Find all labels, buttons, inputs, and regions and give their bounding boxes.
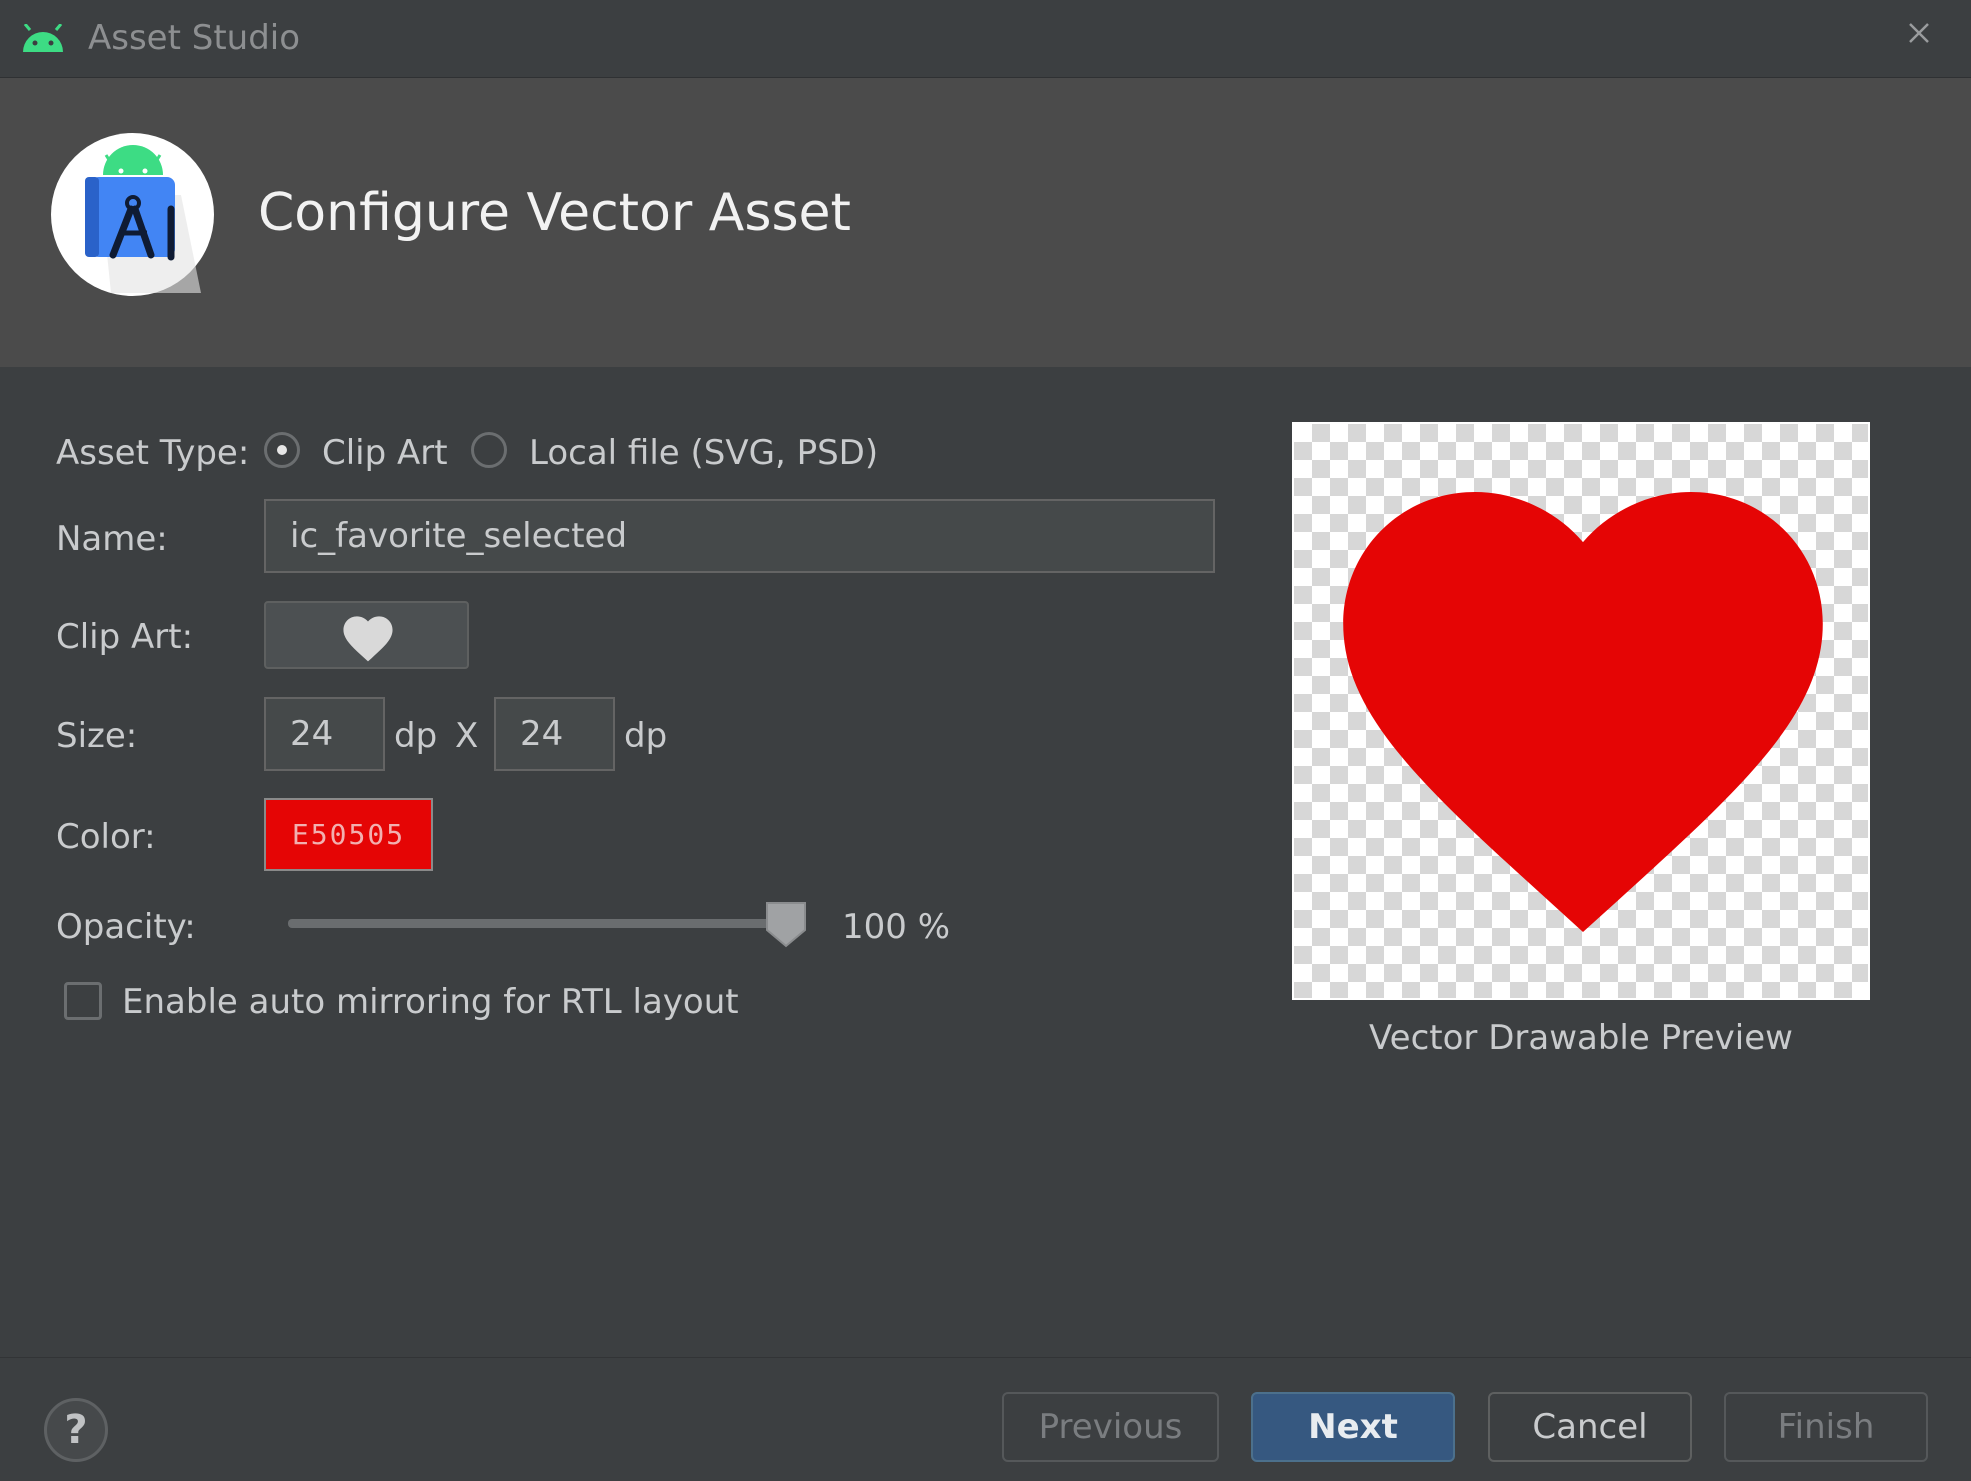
height-unit: dp — [624, 716, 668, 756]
cancel-button[interactable]: Cancel — [1488, 1392, 1692, 1462]
finish-button[interactable]: Finish — [1724, 1392, 1928, 1462]
dialog-footer: ? Previous Next Cancel Finish — [0, 1357, 1971, 1481]
title-bar: Asset Studio — [0, 0, 1971, 78]
asset-type-label: Asset Type: — [56, 433, 250, 473]
asset-studio-dialog: Asset Studio Configure Vector Asset Asse… — [0, 0, 1971, 1480]
local-file-radio[interactable] — [471, 432, 507, 468]
local-file-radio-label[interactable]: Local file (SVG, PSD) — [529, 433, 878, 473]
auto-mirroring-label[interactable]: Enable auto mirroring for RTL layout — [122, 982, 739, 1022]
width-unit: dp — [394, 716, 438, 756]
height-input[interactable]: 24 — [494, 697, 615, 771]
name-label: Name: — [56, 519, 168, 559]
vector-drawable-preview — [1292, 422, 1870, 1000]
android-icon — [20, 23, 66, 58]
clip-art-radio[interactable] — [264, 432, 300, 468]
page-title: Configure Vector Asset — [258, 183, 851, 243]
heart-icon — [1343, 492, 1823, 932]
auto-mirroring-checkbox[interactable] — [64, 982, 102, 1020]
android-studio-logo-icon — [51, 133, 214, 296]
clip-art-button[interactable] — [264, 601, 469, 669]
size-label: Size: — [56, 716, 138, 756]
opacity-value: 100 % — [842, 907, 951, 947]
radio-selected-dot — [277, 445, 287, 455]
help-button[interactable]: ? — [44, 1398, 108, 1462]
close-icon[interactable] — [1902, 16, 1936, 50]
opacity-label: Opacity: — [56, 907, 196, 947]
size-separator: X — [455, 716, 479, 756]
clip-art-label: Clip Art: — [56, 617, 194, 657]
opacity-slider-thumb[interactable] — [764, 900, 808, 952]
window-title: Asset Studio — [88, 18, 301, 58]
previous-button[interactable]: Previous — [1002, 1392, 1219, 1462]
next-button[interactable]: Next — [1251, 1392, 1455, 1462]
color-picker-swatch[interactable]: E50505 — [264, 798, 433, 871]
name-input[interactable]: ic_favorite_selected — [264, 499, 1215, 573]
opacity-slider-track[interactable] — [288, 919, 788, 928]
preview-caption: Vector Drawable Preview — [1369, 1018, 1793, 1058]
wizard-header: Configure Vector Asset — [0, 78, 1971, 367]
clip-art-radio-label[interactable]: Clip Art — [322, 433, 448, 473]
width-input[interactable]: 24 — [264, 697, 385, 771]
heart-icon — [343, 616, 393, 662]
color-label: Color: — [56, 817, 156, 857]
